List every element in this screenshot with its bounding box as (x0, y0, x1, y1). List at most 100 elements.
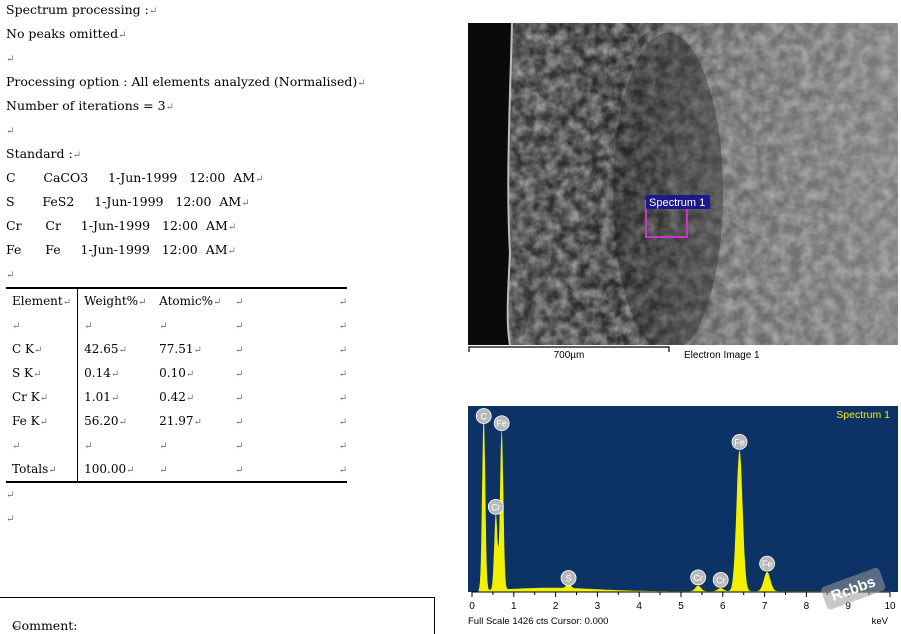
paragraph-mark: ↵ (118, 417, 127, 428)
x-tick-label: 10 (884, 601, 896, 612)
peak-label: Fe (493, 415, 510, 432)
table-row: ↵ ↵ ↵ ↵ ↵ (6, 433, 347, 457)
peak-label: C (475, 408, 492, 424)
cell-text: 0.14 (84, 366, 111, 380)
paragraph-mark: ↵ (138, 297, 147, 308)
cell-text: Fe K (12, 414, 40, 428)
x-tick-label: 8 (804, 601, 810, 612)
paragraph-mark: ↵ (6, 126, 15, 137)
table-row: ↵ ↵ ↵ ↵ ↵ (6, 313, 347, 337)
paragraph-mark: ↵ (185, 369, 195, 380)
paragraph-mark: ↵ (72, 150, 82, 161)
paragraph-mark: ↵ (159, 441, 168, 452)
table-cell: ↵ (331, 361, 347, 385)
peak-label-text: Cr (491, 502, 501, 512)
paragraph-mark: ↵ (193, 345, 202, 356)
table-cell: ↵ (331, 313, 347, 337)
paragraph-mark: ↵ (235, 441, 244, 452)
paragraph-mark: ↵ (148, 6, 158, 17)
table-cell: ↵ (229, 385, 331, 409)
table-cell: 100.00↵ (78, 457, 154, 482)
table-cell: 0.42↵ (153, 385, 229, 409)
cell-text: S K (12, 366, 33, 380)
paragraph-mark: ↵ (338, 369, 348, 380)
paragraph-mark: ↵ (338, 417, 348, 428)
doc-line: C CaCO3 1-Jun-1999 12:00 AM↵ (6, 171, 263, 187)
cell-text: Totals (12, 462, 49, 476)
line-text: Standard : (6, 146, 73, 161)
doc-line: Processing option : All elements analyze… (6, 75, 366, 91)
peak-label: S (560, 570, 577, 586)
table-cell: ↵ (229, 433, 331, 457)
table-row: S K↵ 0.14↵ 0.10↵ ↵ ↵ (6, 361, 347, 385)
paragraph-mark: ↵ (235, 297, 244, 308)
paragraph-mark: ↵ (338, 393, 348, 404)
paragraph-mark: ↵ (235, 345, 244, 356)
doc-line: S FeS2 1-Jun-1999 12:00 AM↵ (6, 195, 250, 211)
scale-label: 700µm (554, 350, 585, 361)
table-row: Cr K↵ 1.01↵ 0.42↵ ↵ ↵ (6, 385, 347, 409)
table-cell: ↵ (153, 433, 229, 457)
line-text: No peaks omitted (6, 26, 119, 41)
paragraph-mark: ↵ (212, 297, 222, 308)
table-cell: 1.01↵ (78, 385, 154, 409)
table-cell: Atomic%↵ (153, 288, 229, 313)
chart-plot-area (468, 406, 898, 592)
table-cell: 21.97↵ (153, 409, 229, 433)
table-cell: Cr K↵ (6, 385, 79, 409)
paragraph-mark: ↵ (84, 321, 93, 332)
doc-line: ↵ (6, 487, 14, 503)
cell-text: Element (12, 294, 63, 308)
paragraph-mark: ↵ (33, 369, 42, 380)
cell-text: 1.01 (84, 390, 111, 404)
peak-label: Cr (690, 569, 707, 586)
paragraph-mark: ↵ (227, 222, 237, 233)
paragraph-mark: ↵ (33, 345, 43, 356)
table-cell: ↵ (229, 361, 331, 385)
paragraph-mark: ↵ (159, 465, 168, 476)
cell-text: 100.00 (84, 462, 127, 476)
table-row: Fe K↵ 56.20↵ 21.97↵ ↵ ↵ (6, 409, 347, 433)
paragraph-mark: ↵ (227, 246, 236, 257)
peak-label-text: Cr (693, 573, 703, 583)
results-table: Element↵ Weight%↵ Atomic%↵ ↵ ↵ ↵ ↵ ↵ ↵ ↵ C K↵ 42.65… (6, 287, 348, 483)
paragraph-mark: ↵ (12, 321, 21, 332)
spectrum-region-label: Spectrum 1 (649, 197, 705, 209)
paragraph-mark: ↵ (6, 54, 15, 65)
peak-label: Fe (759, 555, 776, 572)
paragraph-mark: ↵ (235, 321, 244, 332)
table-cell: 0.10↵ (153, 361, 229, 385)
x-axis-label: keV (872, 616, 889, 627)
paragraph-mark: ↵ (48, 465, 57, 476)
table-cell: S K↵ (6, 361, 79, 385)
paragraph-mark: ↵ (12, 441, 21, 452)
peak-label-text: Fe (496, 419, 507, 429)
table-cell: ↵ (331, 385, 347, 409)
doc-line: ↵ (6, 51, 14, 67)
cell-text: C K (12, 342, 34, 356)
chart-footer: Full Scale 1426 cts Cursor: 0.000 (468, 616, 608, 627)
table-cell: ↵ (6, 433, 79, 457)
doc-line: Fe Fe 1-Jun-1999 12:00 AM↵ (6, 243, 236, 259)
eds-spectrum-chart: Spectrum 1 CCrFeS Cr CrFeFe 0 1 2 3 4 5 6 7 8 9 10 F… (468, 406, 898, 627)
chart-title: Spectrum 1 (836, 409, 890, 421)
paragraph-mark: ↵ (338, 297, 348, 308)
paragraph-mark: ↵ (159, 321, 168, 332)
paragraph-mark: ↵ (126, 465, 135, 476)
line-text: Processing option : All elements analyze… (6, 74, 358, 89)
table-row: C K↵ 42.65↵ 77.51↵ ↵ ↵ (6, 337, 347, 361)
x-tick-label: 6 (720, 601, 726, 612)
table-cell: ↵ (78, 433, 154, 457)
cell-text: 0.42 (159, 390, 186, 404)
doc-line: ↵ (6, 123, 14, 139)
cell-text: Cr K (12, 390, 40, 404)
paragraph-mark: ↵ (338, 321, 348, 332)
paragraph-mark: ↵ (118, 30, 127, 41)
table-cell: ↵ (229, 409, 331, 433)
cell-text: Atomic% (159, 294, 213, 308)
table-cell: Totals↵ (6, 457, 79, 482)
line-text: Number of iterations = 3 (6, 98, 166, 113)
x-tick-label: 4 (636, 601, 642, 612)
paragraph-mark: ↵ (165, 102, 174, 113)
x-tick-label: 5 (678, 601, 684, 612)
